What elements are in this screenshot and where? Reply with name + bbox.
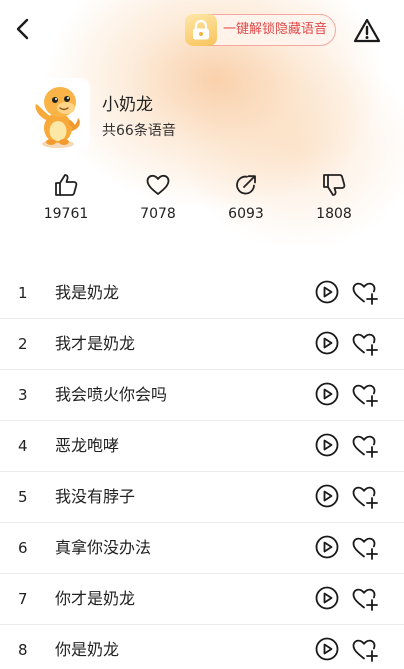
voice-title: 我是奶龙 (55, 283, 120, 302)
add-favorite-button[interactable] (351, 484, 379, 510)
add-favorite-button[interactable] (351, 535, 379, 561)
voice-index: 1 (18, 284, 28, 302)
voice-list: 1 我是奶龙 2 我才是奶龙 3 我会喷火你会吗 4 恶龙咆哮 5 我没有脖子 … (0, 268, 404, 669)
voice-list-item[interactable]: 7 你才是奶龙 (0, 574, 404, 625)
add-favorite-button[interactable] (351, 586, 379, 612)
voice-list-item[interactable]: 1 我是奶龙 (0, 268, 404, 319)
heart-plus-icon (352, 537, 378, 560)
share-icon (236, 175, 256, 195)
play-button[interactable] (315, 586, 339, 610)
play-button[interactable] (315, 382, 339, 406)
heart-plus-icon (352, 333, 378, 356)
play-circle-icon (315, 637, 339, 661)
thumbs-up-icon (55, 174, 78, 196)
like-stat[interactable]: 19761 (26, 172, 106, 232)
favorite-stat[interactable]: 7078 (118, 172, 198, 232)
favorite-count: 7078 (140, 206, 176, 222)
play-button[interactable] (315, 331, 339, 355)
voice-index: 8 (18, 641, 28, 659)
unlock-label: 一键解锁隐藏语音 (223, 22, 328, 37)
share-count: 6093 (228, 206, 264, 222)
play-button[interactable] (315, 280, 339, 304)
warning-triangle-icon (353, 18, 381, 43)
voice-title: 恶龙咆哮 (55, 436, 120, 455)
avatar (22, 78, 90, 150)
add-favorite-button[interactable] (351, 331, 379, 357)
heart-plus-icon (352, 639, 378, 662)
add-favorite-button[interactable] (351, 433, 379, 459)
heart-plus-icon (352, 588, 378, 611)
play-circle-icon (315, 433, 339, 457)
voice-pack-page: 一键解锁隐藏语音 小奶龙 共66条语音 19761 7078 6093 1808… (0, 0, 404, 669)
voice-title: 我没有脖子 (55, 487, 136, 506)
play-button[interactable] (315, 484, 339, 508)
back-button[interactable] (10, 16, 36, 42)
dislike-stat[interactable]: 1808 (294, 172, 374, 232)
voice-list-item[interactable]: 5 我没有脖子 (0, 472, 404, 523)
unlock-hidden-voices-button[interactable]: 一键解锁隐藏语音 (185, 14, 336, 46)
voice-list-item[interactable]: 4 恶龙咆哮 (0, 421, 404, 472)
share-stat[interactable]: 6093 (206, 172, 286, 232)
heart-plus-icon (352, 384, 378, 407)
thumbs-down-icon (323, 174, 346, 196)
voice-title: 我会喷火你会吗 (55, 385, 168, 404)
play-button[interactable] (315, 637, 339, 661)
report-button[interactable] (353, 17, 381, 45)
play-circle-icon (315, 331, 339, 355)
voice-index: 5 (18, 488, 28, 506)
play-circle-icon (315, 535, 339, 559)
play-circle-icon (315, 484, 339, 508)
play-circle-icon (315, 586, 339, 610)
stats-bar: 19761 7078 6093 1808 (0, 172, 404, 232)
voice-index: 6 (18, 539, 28, 557)
voice-index: 4 (18, 437, 28, 455)
voice-list-item[interactable]: 3 我会喷火你会吗 (0, 370, 404, 421)
voice-count: 共66条语音 (102, 123, 176, 139)
add-favorite-button[interactable] (351, 382, 379, 408)
voice-pack-name: 小奶龙 (102, 95, 153, 115)
voice-title: 你是奶龙 (55, 640, 120, 659)
play-circle-icon (315, 382, 339, 406)
orange-dinosaur-avatar (35, 87, 80, 148)
add-favorite-button[interactable] (351, 280, 379, 306)
heart-plus-icon (352, 282, 378, 305)
voice-list-item[interactable]: 6 真拿你没办法 (0, 523, 404, 574)
voice-list-item[interactable]: 2 我才是奶龙 (0, 319, 404, 370)
add-favorite-button[interactable] (351, 637, 379, 663)
voice-list-item[interactable]: 8 你是奶龙 (0, 625, 404, 669)
play-button[interactable] (315, 535, 339, 559)
lock-icon (185, 14, 217, 46)
voice-index: 2 (18, 335, 28, 353)
play-button[interactable] (315, 433, 339, 457)
chevron-left-icon (16, 18, 29, 40)
voice-title: 你才是奶龙 (55, 589, 136, 608)
like-count: 19761 (43, 206, 89, 222)
heart-icon (146, 174, 170, 195)
voice-index: 3 (18, 386, 28, 404)
voice-index: 7 (18, 590, 28, 608)
heart-plus-icon (352, 435, 378, 458)
dislike-count: 1808 (316, 206, 352, 222)
play-circle-icon (315, 280, 339, 304)
voice-title: 真拿你没办法 (55, 538, 152, 557)
voice-title: 我才是奶龙 (55, 334, 136, 353)
heart-plus-icon (352, 486, 378, 509)
